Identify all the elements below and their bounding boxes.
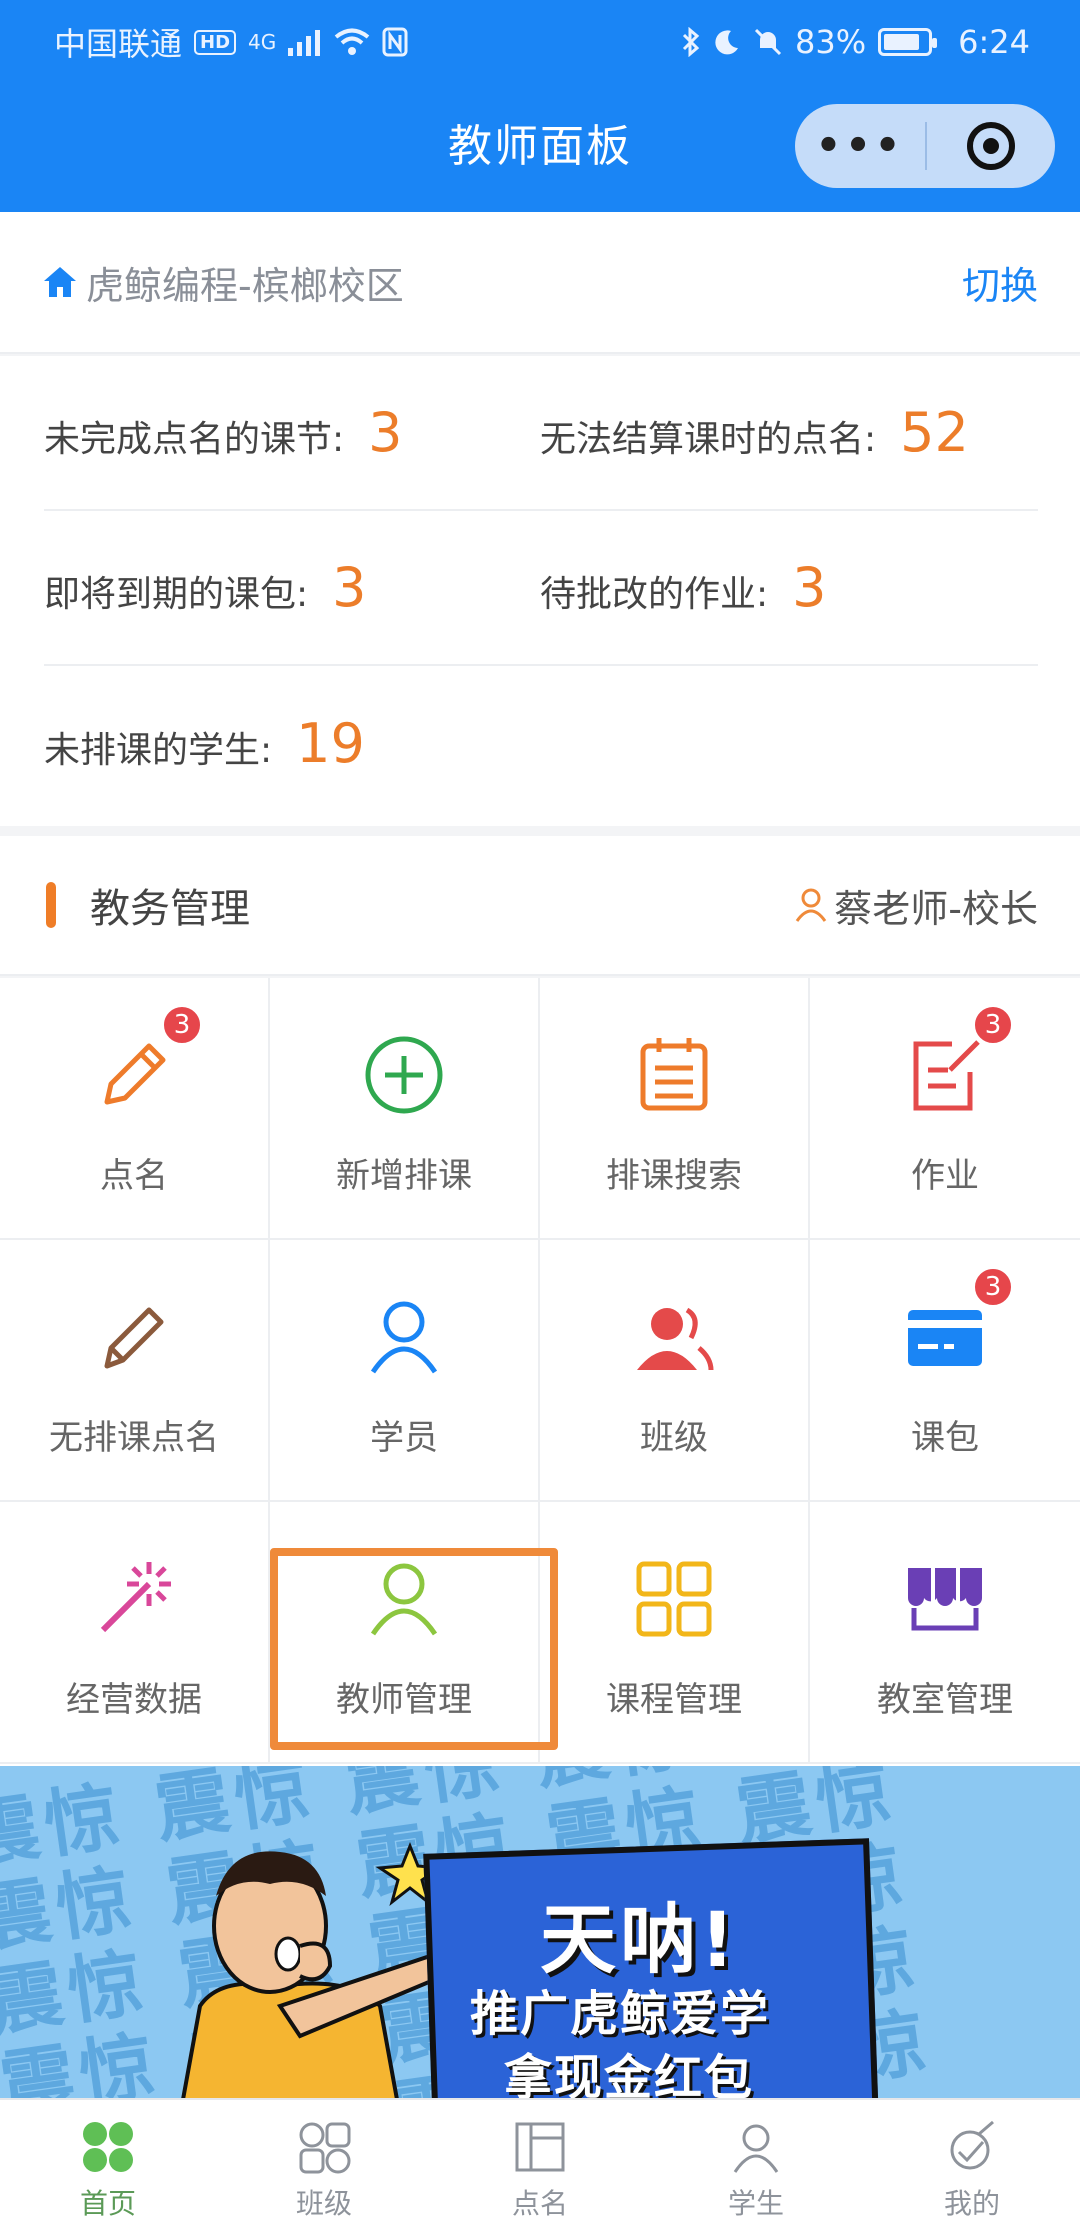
grid-item-rollcall[interactable]: 3 点名 xyxy=(0,978,270,1240)
grid-item-label: 作业 xyxy=(911,1155,979,1196)
tab-label: 首页 xyxy=(79,2187,136,2220)
home-icon xyxy=(83,2122,133,2172)
grid-item-label: 教师管理 xyxy=(336,1679,472,1720)
pencil-outline-icon xyxy=(104,1307,164,1368)
profile-icon xyxy=(950,2120,994,2170)
tab-home[interactable]: 首页 xyxy=(0,2100,216,2240)
grid-squares-icon xyxy=(636,1561,712,1636)
student-icon xyxy=(733,2124,779,2173)
badge-count: 3 xyxy=(972,1003,1014,1046)
badge-count: 3 xyxy=(161,1003,203,1046)
tab-mine[interactable]: 我的 xyxy=(864,2100,1080,2240)
carrier-label: 中国联通 xyxy=(54,25,183,63)
grid-item-business-data[interactable]: 经营数据 xyxy=(0,1502,270,1764)
stats-panel: 未完成点名的课节: 3 无法结算课时的点名: 52 即将到期的课包: 3 待批改的作业… xyxy=(0,356,1080,826)
grid-item-label: 课包 xyxy=(911,1417,979,1458)
rollcall-icon xyxy=(515,2122,565,2172)
grid-item-label: 班级 xyxy=(640,1417,708,1458)
tab-label: 班级 xyxy=(295,2187,352,2220)
close-mini-program-button[interactable] xyxy=(927,122,1055,170)
card-icon xyxy=(908,1309,982,1366)
mini-program-capsule: ••• xyxy=(795,104,1055,188)
switch-campus-button[interactable]: 切换 xyxy=(962,255,1038,310)
class-icon xyxy=(299,2122,351,2174)
moon-icon xyxy=(715,30,739,55)
grid-item-label: 无排课点名 xyxy=(49,1417,219,1458)
campus-bar: 虎鲸编程-槟榔校区 切换 xyxy=(0,212,1080,354)
user-icon xyxy=(796,888,827,922)
grid-item-schedule-search[interactable]: 排课搜索 xyxy=(540,978,810,1240)
banner-line-1: 推广虎鲸爱学 xyxy=(470,1986,771,2042)
grid-item-course-management[interactable]: 课程管理 xyxy=(540,1502,810,1764)
top-bar: 中国联通 HD 4G 83% 6:24 教师面板 ••• xyxy=(0,0,1080,212)
grid-item-classes[interactable]: 班级 xyxy=(540,1240,810,1502)
tab-students[interactable]: 学生 xyxy=(648,2100,864,2240)
stat-homework-to-grade[interactable]: 待批改的作业: 3 xyxy=(540,556,1036,619)
signal-icon xyxy=(288,30,321,56)
hd-icon: HD xyxy=(194,29,237,55)
tab-label: 学生 xyxy=(727,2187,784,2220)
section-title: 教务管理 xyxy=(90,886,250,932)
stats-row: 未排课的学生: 19 xyxy=(44,666,1038,821)
grid-item-new-schedule[interactable]: 新增排课 xyxy=(270,978,540,1240)
grid-item-packages[interactable]: 3 课包 xyxy=(810,1240,1080,1502)
home-icon xyxy=(44,267,76,297)
network-label: 4G xyxy=(248,30,277,54)
grid-item-label: 新增排课 xyxy=(336,1155,472,1196)
stat-unsettled-rollcall[interactable]: 无法结算课时的点名: 52 xyxy=(540,401,1036,464)
grid-item-label: 课程管理 xyxy=(606,1679,742,1720)
mute-bell-icon xyxy=(754,28,782,56)
current-user[interactable]: 蔡老师-校长 xyxy=(794,878,1038,933)
group-icon xyxy=(637,1307,714,1370)
grid-item-label: 经营数据 xyxy=(66,1679,202,1720)
more-button[interactable]: ••• xyxy=(795,123,925,169)
stats-row: 未完成点名的课节: 3 无法结算课时的点名: 52 xyxy=(44,356,1038,511)
tab-label: 我的 xyxy=(943,2187,1000,2220)
bluetooth-icon xyxy=(682,27,700,57)
battery-text: 83% xyxy=(795,23,867,61)
banner-headline: 天呐! xyxy=(540,1895,739,1984)
section-accent-bar xyxy=(46,882,56,928)
pencil-icon xyxy=(104,1043,166,1104)
target-icon xyxy=(967,122,1015,170)
badge-count: 3 xyxy=(972,1265,1014,1308)
edit-note-icon xyxy=(913,1039,980,1110)
tab-classes[interactable]: 班级 xyxy=(216,2100,432,2240)
grid-item-label: 排课搜索 xyxy=(606,1155,742,1196)
stat-unfinished-rollcall[interactable]: 未完成点名的课节: 3 xyxy=(44,401,540,464)
wifi-icon xyxy=(335,28,370,55)
clock: 6:24 xyxy=(958,23,1030,61)
calendar-list-icon xyxy=(640,1037,708,1110)
banner-line-2: 拿现金红包 xyxy=(504,2050,755,2106)
grid-item-label: 点名 xyxy=(100,1155,168,1196)
sparkle-wand-icon xyxy=(100,1561,171,1632)
stats-row: 即将到期的课包: 3 待批改的作业: 3 xyxy=(44,511,1038,666)
campus-name: 虎鲸编程-槟榔校区 xyxy=(86,263,404,308)
status-bar: 中国联通 HD 4G 83% 6:24 xyxy=(0,0,1080,84)
user-name: 蔡老师-校长 xyxy=(834,886,1038,931)
classroom-icon xyxy=(908,1567,982,1630)
bottom-tab-bar: 首页 班级 点名 学生 我的 xyxy=(0,2098,1080,2240)
plus-circle-icon xyxy=(365,1036,443,1113)
person-icon xyxy=(370,1563,438,1635)
nfc-icon xyxy=(382,27,408,57)
grid-item-label: 教室管理 xyxy=(877,1679,1013,1720)
section-header: 教务管理 蔡老师-校长 xyxy=(0,836,1080,976)
battery-icon xyxy=(878,28,938,56)
grid-item-homework[interactable]: 3 作业 xyxy=(810,978,1080,1240)
stat-unscheduled-students[interactable]: 未排课的学生: 19 xyxy=(44,712,540,775)
grid-item-teacher-management[interactable]: 教师管理 xyxy=(270,1502,540,1764)
grid-item-classroom-management[interactable]: 教室管理 xyxy=(810,1502,1080,1764)
grid-item-label: 学员 xyxy=(370,1417,438,1458)
grid-item-students[interactable]: 学员 xyxy=(270,1240,540,1502)
tab-rollcall[interactable]: 点名 xyxy=(432,2100,648,2240)
grid-item-unscheduled-rollcall[interactable]: 无排课点名 xyxy=(0,1240,270,1502)
tab-label: 点名 xyxy=(511,2187,568,2220)
promo-banner[interactable]: 震惊 震惊 震惊 震惊 震惊 震惊 震惊 震惊 震惊 震惊 震惊 震惊 震惊 震… xyxy=(0,1766,1080,2106)
function-grid: 3 点名 新增排课 排课搜索 3 作业 无排课点名 学员 班级 3 课包 经营数… xyxy=(0,978,1080,1766)
battery-level-fill xyxy=(884,34,919,50)
stat-expiring-packages[interactable]: 即将到期的课包: 3 xyxy=(44,556,540,619)
person-icon xyxy=(370,1301,438,1373)
